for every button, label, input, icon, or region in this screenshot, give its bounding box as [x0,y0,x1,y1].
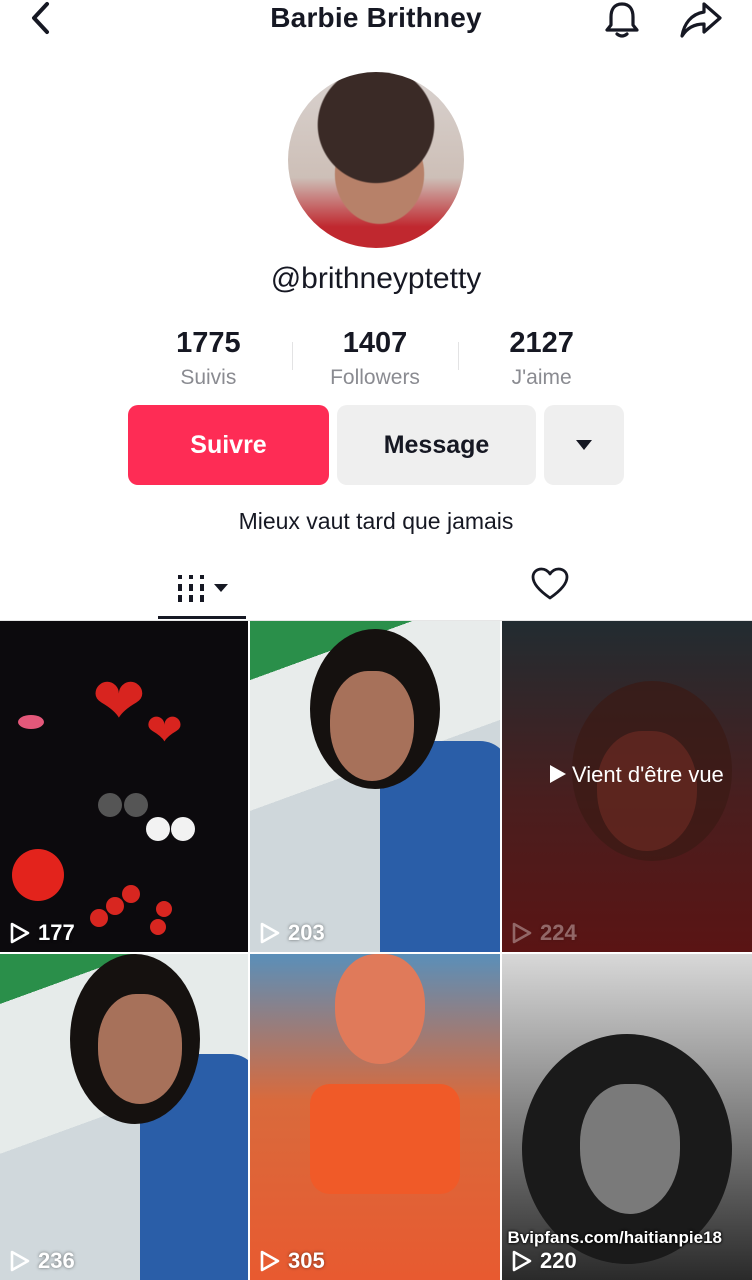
stat-likes[interactable]: 2127 J'aime [458,326,625,396]
caret-down-icon [576,440,592,450]
red-bead [90,909,108,927]
red-bead [156,901,172,917]
video-tile[interactable]: 203 [250,621,500,952]
gray-ball [124,793,148,817]
play-icon [512,922,532,944]
red-bead [150,919,166,935]
stat-likes-label: J'aime [511,366,572,389]
view-count: 224 [512,920,577,946]
red-bead [122,885,140,903]
watermark-text: Bvipfans.com/haitianpie18 [507,1228,722,1247]
stat-followers[interactable]: 1407 Followers [291,326,459,396]
video-tile[interactable]: 305 [250,954,500,1280]
tab-liked[interactable] [528,562,572,606]
more-options-button[interactable] [544,405,624,485]
message-button[interactable]: Message [337,405,536,485]
view-count: 177 [10,920,75,946]
view-count: 305 [260,1248,325,1274]
red-ball [12,849,64,901]
play-icon [512,1250,532,1272]
subject-face [330,671,414,781]
play-icon [10,1250,30,1272]
subject-face [597,731,697,851]
subject-top [310,1084,460,1194]
profile-bio: Mieux vaut tard que jamais [238,508,514,534]
bell-icon [605,2,639,38]
play-icon [260,922,280,944]
view-count-value: 203 [288,920,325,945]
play-icon [10,922,30,944]
video-grid: ❤ ❤ 177 203 Vient d'être vue 224 236 305… [0,621,752,1280]
red-bead [106,897,124,915]
just-watched-label: Vient d'être vue [572,762,724,787]
top-bar: Barbie Brithney [0,0,752,40]
stats-row: 1775 Suivis 1407 Followers 2127 J'aime [125,326,625,396]
video-tile[interactable]: 236 [0,954,248,1280]
view-count: 220 [512,1248,577,1274]
stat-followers-count: 1407 [342,327,408,359]
grid-icon [178,575,204,602]
notifications-button[interactable] [602,0,642,40]
play-triangle-icon [550,765,566,783]
content-tabs [0,556,752,620]
stat-following-count: 1775 [176,327,241,359]
view-count-value: 224 [540,920,577,945]
view-count-value: 236 [38,1248,75,1273]
lips-sticker [18,715,44,729]
view-count-value: 177 [38,920,75,945]
just-watched-overlay: Vient d'être vue [550,761,740,789]
heart-sticker: ❤ [92,665,146,737]
stat-likes-count: 2127 [509,327,574,359]
stat-followers-label: Followers [330,366,420,389]
heart-outline-icon [531,567,569,600]
view-count-value: 305 [288,1248,325,1273]
gray-ball [98,793,122,817]
stat-following-label: Suivis [180,366,237,389]
caret-down-icon [214,584,228,592]
follow-button[interactable]: Suivre [128,405,329,485]
white-ball [171,817,195,841]
heart-sticker: ❤ [146,706,183,755]
stat-following[interactable]: 1775 Suivis [125,326,292,396]
username-handle: @brithneyptetty [270,262,482,295]
view-count: 203 [260,920,325,946]
play-icon [260,1250,280,1272]
tab-videos[interactable] [158,556,246,620]
subject-face [335,954,425,1064]
video-tile[interactable]: ❤ ❤ 177 [0,621,248,952]
video-tile[interactable]: Bvipfans.com/haitianpie18 220 [502,954,752,1280]
white-ball [146,817,170,841]
share-button[interactable] [678,0,724,40]
active-tab-indicator [158,616,246,619]
view-count: 236 [10,1248,75,1274]
video-tile[interactable]: Vient d'être vue 224 [502,621,752,952]
view-count-value: 220 [540,1248,577,1273]
share-arrow-icon [680,2,722,38]
subject-face [580,1084,680,1214]
profile-avatar[interactable] [288,72,464,248]
subject-face [98,994,182,1104]
